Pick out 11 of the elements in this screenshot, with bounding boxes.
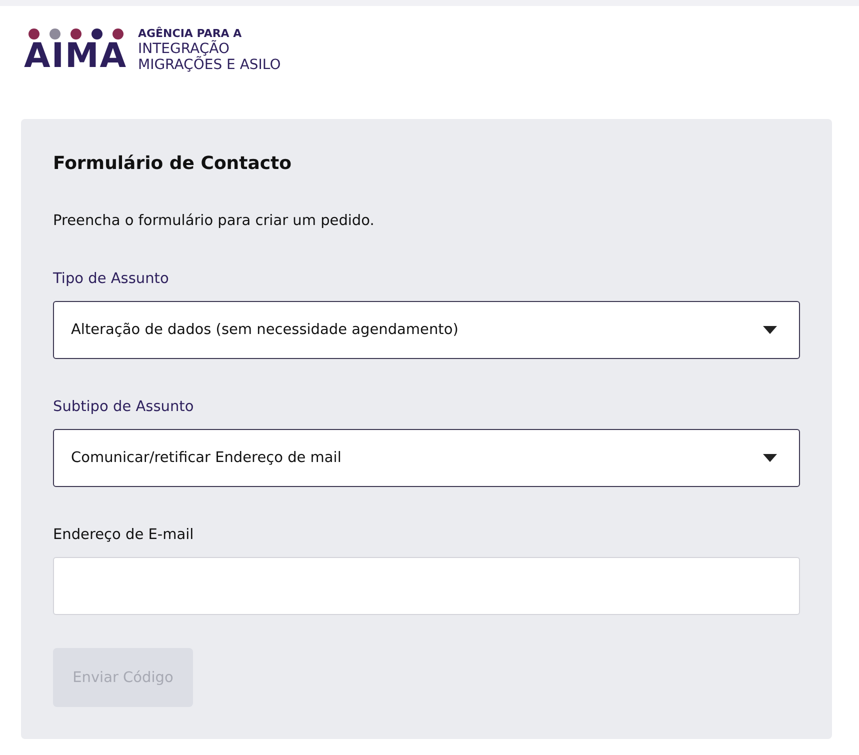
logo-text: INTEGRAÇÃO (138, 40, 230, 56)
logo-wordmark: AIMA (24, 40, 128, 72)
field-label: Subtipo de Assunto (53, 398, 194, 417)
field-label: Tipo de Assunto (53, 270, 169, 289)
dropdown[interactable]: Comunicar/retificar Endereço de mail (53, 429, 800, 487)
dropdown[interactable]: Alteração de dados (sem necessidade agendamento) (53, 301, 800, 359)
form-title: Formulário de Contacto (53, 152, 293, 176)
logo-text: AGÊNCIA PARA A (138, 26, 243, 40)
form-description: Preencha o formulário para criar um pedido. (53, 212, 376, 231)
logo-text: MIGRAÇÕES E ASILO (138, 56, 281, 72)
field-label: Endereço de E-mail (53, 526, 194, 545)
